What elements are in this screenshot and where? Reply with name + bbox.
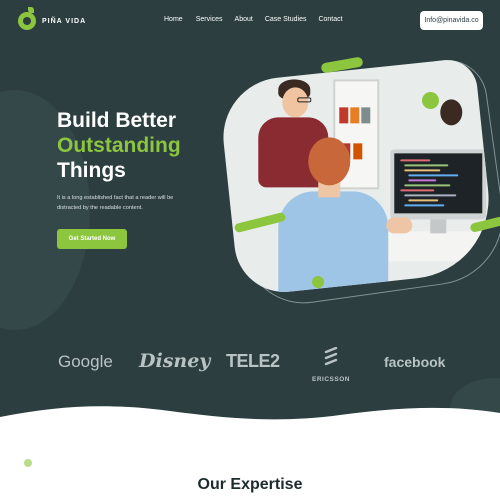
- disney-logo: Disney: [139, 350, 211, 372]
- decorative-dot: [422, 92, 439, 109]
- hero-photo: [217, 57, 497, 297]
- section-title: Our Expertise: [197, 476, 303, 493]
- hero-description: It is a long established fact that a rea…: [57, 195, 174, 211]
- email-button[interactable]: Info@pinavida.co: [420, 11, 483, 30]
- ericsson-icon: [324, 346, 338, 366]
- brand-name: PIÑA VIDA: [42, 17, 87, 25]
- nav-link-services[interactable]: Services: [196, 16, 223, 23]
- ericsson-logo: ERICSSON: [311, 346, 351, 383]
- headline-line-3: Things: [57, 159, 126, 182]
- get-started-button[interactable]: Get Started Now: [57, 229, 127, 249]
- background-person: [440, 99, 463, 126]
- decorative-dot: [24, 459, 32, 467]
- glasses-icon: [297, 97, 312, 103]
- brand-logo[interactable]: PIÑA VIDA: [18, 7, 87, 30]
- pineapple-logo-icon: [18, 7, 36, 30]
- main-nav: Home Services About Case Studies Contact: [164, 16, 355, 23]
- wave-divider: [0, 406, 500, 435]
- hero-headline: Build Better Outstanding Things: [57, 108, 181, 183]
- nav-link-case-studies[interactable]: Case Studies: [265, 16, 307, 23]
- hero-section: PIÑA VIDA Home Services About Case Studi…: [0, 0, 500, 425]
- nav-link-about[interactable]: About: [235, 16, 253, 23]
- nav-link-home[interactable]: Home: [164, 16, 183, 23]
- decorative-dot: [312, 276, 324, 288]
- nav-link-contact[interactable]: Contact: [318, 16, 342, 23]
- facebook-logo: facebook: [384, 354, 446, 370]
- headline-line-1: Build Better: [57, 109, 177, 132]
- tele2-logo: TELE2: [226, 351, 280, 371]
- code-screen: [394, 153, 483, 214]
- headline-line-2: Outstanding: [57, 134, 181, 157]
- ericsson-wordmark: ERICSSON: [312, 376, 350, 383]
- sitting-person: [278, 191, 389, 297]
- google-logo: Google: [58, 352, 113, 371]
